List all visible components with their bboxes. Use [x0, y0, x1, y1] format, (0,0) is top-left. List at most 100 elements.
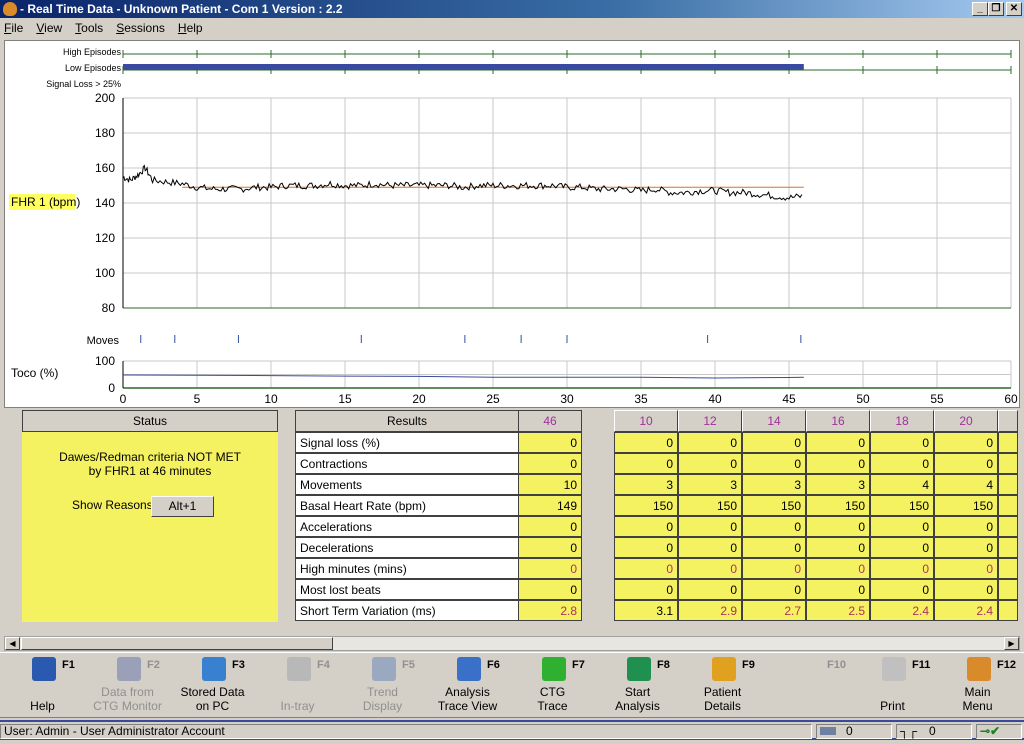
- fhr-tick-label: 200: [95, 91, 115, 105]
- maximize-button[interactable]: ❐: [988, 2, 1004, 16]
- result-value: 150: [614, 495, 678, 516]
- menu-view[interactable]: View: [36, 21, 62, 35]
- toolbar-button-f6[interactable]: F6 Analysis Trace View: [425, 653, 510, 719]
- x-tick-label: 15: [338, 392, 352, 406]
- scroll-thumb[interactable]: [21, 637, 333, 650]
- x-tick-label: 25: [486, 392, 500, 406]
- result-value: 0: [870, 537, 934, 558]
- result-value: 0: [614, 537, 678, 558]
- x-tick-label: 40: [708, 392, 722, 406]
- toolbar-button-label: Start Analysis: [615, 685, 660, 713]
- episode-row-label: Low Episodes: [65, 63, 122, 73]
- result-current-value: 10: [518, 474, 582, 495]
- toolbar-button-f8[interactable]: F8 Start Analysis: [595, 653, 680, 719]
- function-key-label: F7: [572, 659, 585, 671]
- scroll-left-button[interactable]: ◀: [5, 637, 20, 650]
- fhr-tick-label: 80: [102, 301, 116, 315]
- result-value-partial: [998, 579, 1018, 600]
- result-current-value: 0: [518, 516, 582, 537]
- result-value: 0: [806, 432, 870, 453]
- column-header[interactable]: 16: [806, 410, 870, 432]
- scroll-right-button[interactable]: ▶: [1004, 637, 1019, 650]
- result-current-value: 0: [518, 558, 582, 579]
- fhr-tick-label: 160: [95, 161, 115, 175]
- toolbar-button-f11[interactable]: F11 Print: [850, 653, 935, 719]
- status-box: Dawes/Redman criteria NOT MET by FHR1 at…: [22, 432, 278, 622]
- result-value: 0: [678, 432, 742, 453]
- function-key-label: F6: [487, 659, 500, 671]
- result-value: 0: [614, 558, 678, 579]
- function-key-label: F10: [827, 659, 846, 671]
- result-current-value: 0: [518, 537, 582, 558]
- column-header[interactable]: 20: [934, 410, 998, 432]
- x-tick-label: 35: [634, 392, 648, 406]
- result-value: 0: [614, 453, 678, 474]
- result-value-partial: [998, 600, 1018, 621]
- toolbar-button-label: Print: [880, 699, 905, 713]
- show-reasons-button[interactable]: Alt+1: [151, 496, 214, 517]
- toolbar-button-f5[interactable]: F5 Trend Display: [340, 653, 425, 719]
- column-header[interactable]: 18: [870, 410, 934, 432]
- column-header[interactable]: 10: [614, 410, 678, 432]
- result-value: 0: [678, 537, 742, 558]
- column-header[interactable]: 14: [742, 410, 806, 432]
- result-value-partial: [998, 516, 1018, 537]
- results-panel: Status Dawes/Redman criteria NOT MET by …: [4, 408, 1020, 636]
- menu-file[interactable]: File: [4, 21, 23, 35]
- result-value: 0: [934, 579, 998, 600]
- column-header-partial[interactable]: [998, 410, 1018, 432]
- patient-details-icon: [712, 657, 736, 681]
- title-bar: - Real Time Data - Unknown Patient - Com…: [0, 0, 1024, 18]
- ctg-chart: High Episodes Low Episodes Signal Loss > 2…: [9, 47, 1018, 406]
- toolbar-button-f10[interactable]: F10: [765, 653, 850, 719]
- function-key-label: F3: [232, 659, 245, 671]
- menu-help[interactable]: Help: [178, 21, 203, 35]
- minimize-button[interactable]: _: [972, 2, 988, 16]
- result-value: 0: [870, 516, 934, 537]
- result-value: 3.1: [614, 600, 678, 621]
- toolbar-button-label: Trend Display: [362, 685, 403, 713]
- analysis-trace-icon: [457, 657, 481, 681]
- result-row-label: Signal loss (%): [295, 432, 519, 453]
- x-tick-label: 10: [264, 392, 278, 406]
- toolbar-button-f7[interactable]: F7 CTG Trace: [510, 653, 595, 719]
- stored-data-icon: [202, 657, 226, 681]
- result-value: 0: [742, 558, 806, 579]
- menu-tools[interactable]: Tools: [75, 21, 103, 35]
- column-header[interactable]: 12: [678, 410, 742, 432]
- result-value: 0: [742, 432, 806, 453]
- result-value: 0: [934, 432, 998, 453]
- function-key-label: F5: [402, 659, 415, 671]
- toolbar-button-f12[interactable]: F12 Main Menu: [935, 653, 1020, 719]
- toolbar-button-f9[interactable]: F9 Patient Details: [680, 653, 765, 719]
- toolbar-button-label: CTG Trace: [537, 685, 568, 713]
- function-key-label: F2: [147, 659, 160, 671]
- result-value: 0: [870, 579, 934, 600]
- menu-sessions[interactable]: Sessions: [116, 21, 165, 35]
- horizontal-scrollbar[interactable]: ◀ ▶: [4, 636, 1020, 651]
- fhr-axis-label: FHR 1 (bpm): [11, 195, 80, 209]
- toolbar-button-f3[interactable]: F3 Stored Data on PC: [170, 653, 255, 719]
- result-value: 2.5: [806, 600, 870, 621]
- function-key-label: F4: [317, 659, 330, 671]
- result-value: 0: [614, 432, 678, 453]
- toolbar-button-label: Data from CTG Monitor: [93, 685, 162, 713]
- close-button[interactable]: ✕: [1006, 2, 1022, 16]
- result-current-value: 0: [518, 453, 582, 474]
- toolbar-button-label: In-tray: [280, 699, 315, 713]
- result-value: 0: [742, 516, 806, 537]
- result-value: 2.4: [870, 600, 934, 621]
- toolbar-button-f2[interactable]: F2 Data from CTG Monitor: [85, 653, 170, 719]
- x-tick-label: 5: [194, 392, 201, 406]
- toolbar-button-f4[interactable]: F4 In-tray: [255, 653, 340, 719]
- function-key-toolbar: F1 Help F2 Data from CTG Monitor F3 Stored Da…: [0, 652, 1024, 718]
- menu-bar: File View Tools Sessions Help: [0, 18, 1024, 38]
- result-row-label: Accelerations: [295, 516, 519, 537]
- result-value: 4: [934, 474, 998, 495]
- toolbar-button-f1[interactable]: F1 Help: [0, 653, 85, 719]
- tray-icon: [820, 727, 836, 735]
- fhr-trace: [123, 164, 803, 201]
- function-key-label: F9: [742, 659, 755, 671]
- result-value: 0: [806, 516, 870, 537]
- episode-row-label: High Episodes: [63, 47, 122, 57]
